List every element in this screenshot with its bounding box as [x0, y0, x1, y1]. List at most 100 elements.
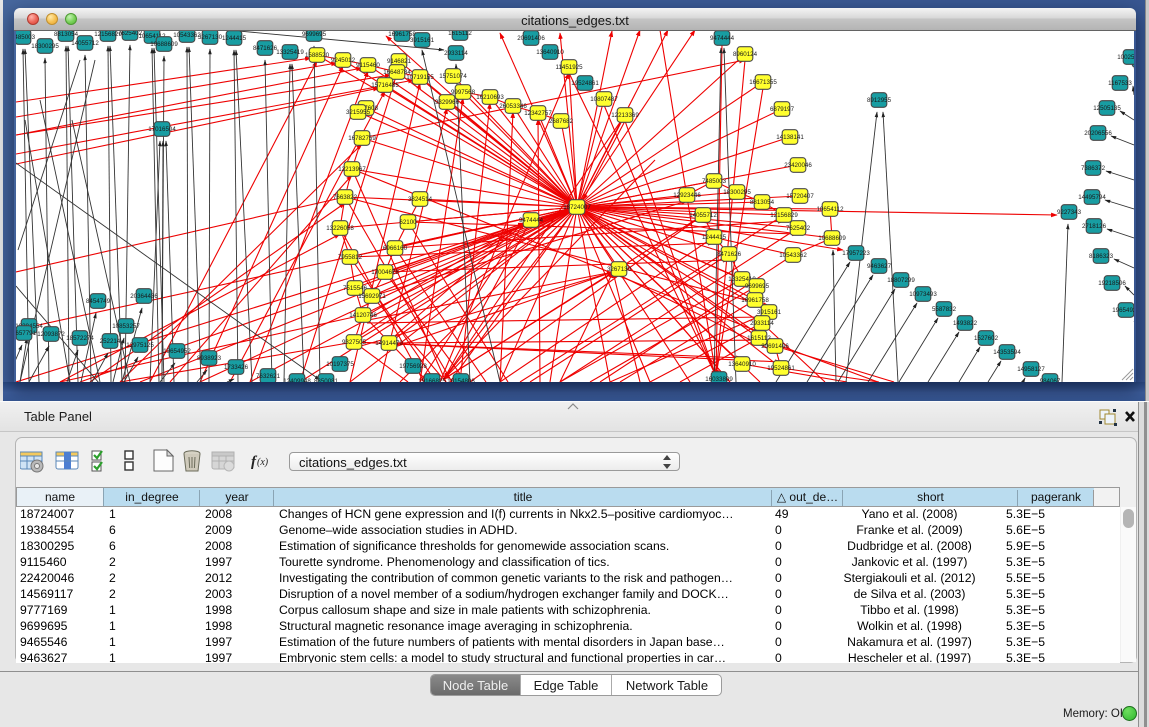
svg-text:8471626: 8471626 [253, 45, 278, 52]
svg-text:12923446: 12923446 [673, 192, 701, 199]
svg-text:8938923: 8938923 [197, 355, 222, 362]
svg-text:984067: 984067 [1040, 378, 1061, 382]
svg-text:9227343: 9227343 [1057, 209, 1082, 216]
svg-text:9463627: 9463627 [867, 263, 892, 270]
svg-text:20691406: 20691406 [761, 343, 789, 350]
svg-text:13640910: 13640910 [536, 49, 564, 56]
svg-text:14958127: 14958127 [1017, 366, 1045, 373]
svg-text:12213369: 12213369 [611, 112, 639, 119]
svg-text:12505135: 12505135 [1093, 105, 1121, 112]
svg-text:16033809: 16033809 [705, 376, 733, 382]
svg-text:17004678: 17004678 [371, 269, 399, 276]
svg-text:17957223: 17957223 [842, 250, 870, 257]
svg-text:9474444: 9474444 [519, 217, 544, 224]
svg-text:23420046: 23420046 [784, 162, 812, 169]
svg-text:1244415: 1244415 [702, 234, 727, 241]
svg-text:1167533: 1167533 [1108, 80, 1132, 87]
svg-text:14120746: 14120746 [349, 312, 377, 319]
svg-text:10719155: 10719155 [406, 74, 434, 81]
svg-text:9657791: 9657791 [16, 330, 37, 337]
svg-text:16210693: 16210693 [476, 94, 504, 101]
svg-text:15751074: 15751074 [439, 73, 467, 80]
svg-text:19166825: 19166825 [418, 378, 446, 382]
svg-text:8813054: 8813054 [54, 31, 79, 38]
svg-text:16671355: 16671355 [749, 79, 777, 86]
svg-text:7632621: 7632621 [256, 373, 281, 380]
svg-text:16961758: 16961758 [741, 297, 769, 304]
svg-text:14914479: 14914479 [375, 340, 403, 347]
svg-text:2718126: 2718126 [1082, 223, 1107, 230]
svg-text:19654923: 19654923 [1112, 307, 1134, 314]
svg-text:20691406: 20691406 [517, 35, 545, 42]
svg-text:19654952: 19654952 [163, 348, 191, 355]
svg-text:6879197: 6879197 [770, 106, 795, 113]
svg-text:9699695: 9699695 [302, 31, 327, 38]
svg-text:12975125: 12975125 [126, 342, 154, 349]
svg-text:12342757: 12342757 [524, 110, 552, 117]
svg-text:8813054: 8813054 [750, 199, 775, 206]
svg-text:9699695: 9699695 [745, 283, 770, 290]
svg-text:7663822: 7663822 [333, 194, 358, 201]
svg-text:19524861: 19524861 [571, 80, 599, 87]
svg-text:10543362: 10543362 [779, 252, 807, 259]
svg-text:18572274: 18572274 [66, 335, 94, 342]
svg-text:6966160: 6966160 [383, 245, 408, 252]
svg-text:16782759: 16782759 [348, 135, 376, 142]
svg-text:20364436: 20364436 [130, 293, 158, 300]
svg-text:15692971: 15692971 [358, 293, 386, 300]
svg-text:9245012: 9245012 [331, 57, 356, 64]
svg-text:15720407: 15720407 [786, 193, 814, 200]
svg-text:12213967: 12213967 [338, 166, 366, 173]
svg-text:1527602: 1527602 [974, 335, 999, 342]
svg-text:7485003: 7485003 [16, 34, 36, 41]
svg-text:10853257: 10853257 [112, 323, 140, 330]
svg-text:18807299: 18807299 [887, 277, 915, 284]
svg-text:3215955: 3215955 [346, 109, 371, 116]
svg-text:3267130: 3267130 [607, 266, 632, 273]
svg-text:9115460: 9115460 [356, 62, 380, 69]
svg-text:9474444: 9474444 [710, 35, 735, 42]
svg-text:10688609: 10688609 [150, 41, 178, 48]
svg-text:16154808: 16154808 [447, 378, 475, 382]
svg-text:19218506: 19218506 [1098, 280, 1126, 287]
svg-text:9327505: 9327505 [342, 339, 367, 346]
svg-text:18300295: 18300295 [723, 189, 751, 196]
svg-text:11451925: 11451925 [555, 64, 583, 71]
svg-text:62100: 62100 [399, 219, 417, 226]
svg-text:10025433: 10025433 [1117, 54, 1134, 61]
svg-text:8350081: 8350081 [314, 378, 339, 382]
svg-text:2933114: 2933114 [750, 320, 774, 327]
svg-text:7386372: 7386372 [1081, 165, 1106, 172]
svg-text:252214: 252214 [100, 338, 121, 345]
svg-text:3824514: 3824514 [408, 196, 433, 203]
svg-text:13640910: 13640910 [728, 361, 756, 368]
svg-text:26053346: 26053346 [499, 103, 527, 110]
svg-text:20206556: 20206556 [1084, 130, 1112, 137]
svg-text:1588520: 1588520 [305, 52, 330, 59]
svg-text:7485003: 7485003 [702, 178, 727, 185]
svg-text:9329966: 9329966 [435, 99, 460, 106]
svg-text:15716485: 15716485 [371, 82, 399, 89]
svg-text:8471626: 8471626 [717, 251, 742, 258]
svg-text:13325419: 13325419 [276, 49, 304, 56]
svg-text:14138141: 14138141 [776, 134, 804, 141]
svg-text:3915161: 3915161 [757, 309, 782, 316]
svg-text:10807487: 10807487 [590, 96, 618, 103]
svg-text:7625402: 7625402 [786, 225, 811, 232]
svg-text:3915161: 3915161 [410, 37, 435, 44]
svg-text:14495794: 14495794 [1078, 194, 1106, 201]
svg-text:18724007: 18724007 [563, 204, 591, 211]
svg-text:8912955: 8912955 [867, 97, 892, 104]
svg-text:1244415: 1244415 [222, 35, 247, 42]
svg-text:7955812: 7955812 [338, 254, 363, 261]
svg-text:10197375: 10197375 [326, 361, 354, 368]
svg-text:19756928: 19756928 [399, 363, 427, 370]
svg-text:12156829: 12156829 [770, 212, 798, 219]
svg-text:8186323: 8186323 [1089, 253, 1114, 260]
svg-text:2933114: 2933114 [444, 50, 468, 57]
svg-text:1493822: 1493822 [953, 320, 978, 327]
svg-text:19524861: 19524861 [767, 365, 795, 372]
svg-text:8454749: 8454749 [86, 298, 111, 305]
svg-text:1733426: 1733426 [224, 364, 249, 371]
svg-text:18300295: 18300295 [31, 43, 59, 50]
